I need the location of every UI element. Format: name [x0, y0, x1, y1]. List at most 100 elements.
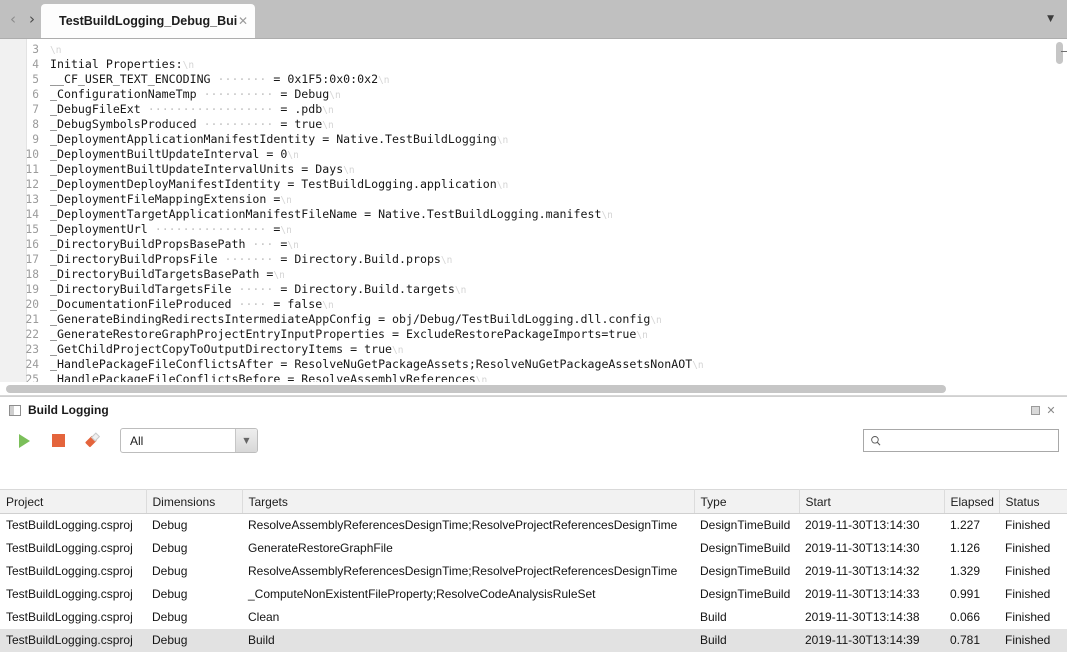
cell-dimensions: Debug	[152, 518, 188, 533]
code-line: 19 _DirectoryBuildTargetsFile ····· = Dir…	[0, 282, 1030, 297]
newline-marker: \n	[454, 285, 467, 296]
line-number: 13	[25, 193, 39, 206]
stop-recording-button[interactable]	[45, 428, 71, 454]
play-icon	[18, 433, 30, 448]
line-number: 12	[25, 178, 39, 191]
forward-arrow-icon[interactable]: ›	[29, 11, 35, 27]
cell-elapsed: 0.781	[944, 628, 999, 652]
property-name: _GetChildProjectCopyToOutputDirectoryIte…	[50, 342, 344, 356]
cell-status: Finished	[1005, 587, 1051, 601]
clear-button[interactable]	[79, 428, 105, 454]
property-name: _DeploymentFileMappingExtension	[50, 192, 267, 206]
property-name: _DirectoryBuildPropsBasePath	[50, 237, 246, 251]
editor-vertical-scrollbar[interactable]	[1052, 39, 1067, 396]
code-line: 4 Initial Properties:\n	[0, 57, 1030, 72]
newline-marker: \n	[322, 300, 334, 311]
property-value: = false	[273, 297, 323, 311]
search-icon	[871, 435, 881, 446]
newline-marker: \n	[280, 195, 292, 206]
close-panel-button[interactable]: ✕	[1043, 402, 1059, 418]
maximize-button[interactable]	[1027, 402, 1043, 418]
cell-type: Build	[700, 610, 727, 624]
cell-start: 2019-11-30T13:14:30	[805, 518, 920, 533]
code-line: 15 _DeploymentUrl ················ =\n	[0, 222, 1030, 237]
cell-targets: Clean	[248, 610, 280, 624]
line-number: 8	[32, 118, 39, 131]
filter-dropdown[interactable]: All ▼	[120, 428, 258, 453]
line-number: 23	[25, 343, 39, 356]
scrollbar-thumb[interactable]	[1056, 42, 1063, 64]
newline-marker: \n	[50, 45, 62, 56]
newline-marker: \n	[280, 225, 292, 236]
property-name: _DocumentationFileProduced	[50, 297, 232, 311]
property-value: = true	[280, 117, 323, 131]
tab-bar: ‹ › TestBuildLogging_Debug_Build ✕ ▼	[0, 0, 1067, 39]
table-row[interactable]: TestBuildLogging.csproj Debug ResolveAssem…	[0, 560, 1067, 583]
column-header-start[interactable]: Start	[799, 489, 945, 514]
whitespace-dots: ··········	[196, 87, 281, 101]
cell-dimensions: Debug	[146, 628, 242, 652]
cell-type: DesignTimeBuild	[700, 541, 791, 555]
cell-dimensions: Debug	[152, 610, 188, 624]
code-line: 7 _DebugFileExt ·················· = .pdb…	[0, 102, 1030, 117]
start-recording-button[interactable]	[11, 428, 37, 454]
code-line: 21 _GenerateBindingRedirectsIntermediateA…	[0, 312, 1030, 327]
editor-tab-label: TestBuildLogging_Debug_Build	[59, 14, 237, 28]
code-line: 12 _DeploymentDeployManifestIdentity = Te…	[0, 177, 1030, 192]
table-row[interactable]: TestBuildLogging.csproj Debug GenerateRest…	[0, 537, 1067, 560]
column-header-targets[interactable]: Targets	[242, 489, 695, 514]
cell-start: 2019-11-30T13:14:32	[805, 564, 920, 578]
column-header-elapsed[interactable]: Elapsed	[944, 489, 1000, 514]
search-input[interactable]	[887, 433, 1052, 448]
code-editor[interactable]: 3 \n 4 Initial Properties:\n 5 __CF_USER_TEXT…	[0, 39, 1067, 396]
cell-elapsed: 1.126	[950, 541, 981, 555]
build-log-table-container[interactable]: Project Dimensions Targets Type Start El…	[0, 489, 1067, 656]
newline-marker: \n	[182, 60, 195, 71]
table-row[interactable]: TestBuildLogging.csproj Debug Build Build 20…	[0, 628, 1067, 652]
column-header-status[interactable]: Status	[999, 489, 1067, 514]
table-row[interactable]: TestBuildLogging.csproj Debug ResolveAssem…	[0, 514, 1067, 537]
column-header-type[interactable]: Type	[694, 489, 800, 514]
code-line: 18 _DirectoryBuildTargetsBasePath =\n	[0, 267, 1030, 282]
property-value: = Native.TestBuildLogging	[322, 132, 497, 146]
line-number: 3	[32, 43, 39, 56]
close-icon[interactable]: ✕	[238, 15, 248, 27]
code-line: 14 _DeploymentTargetApplicationManifestFi…	[0, 207, 1030, 222]
whitespace-dots: ·······	[210, 72, 274, 86]
chevron-down-icon[interactable]: ▼	[1039, 0, 1067, 38]
editor-tab[interactable]: TestBuildLogging_Debug_Build ✕	[41, 4, 256, 38]
search-box[interactable]	[863, 429, 1059, 452]
table-row[interactable]: TestBuildLogging.csproj Debug Clean Build 20…	[0, 606, 1067, 629]
cell-dimensions: Debug	[152, 587, 188, 601]
code-line: 24 _HandlePackageFileConflictsAfter = Res…	[0, 357, 1030, 372]
newline-marker: \n	[636, 330, 648, 341]
cell-targets: ResolveAssemblyReferencesDesignTime;Reso…	[248, 564, 678, 578]
cell-elapsed: 1.329	[950, 564, 981, 578]
line-number: 15	[25, 223, 39, 236]
table-row[interactable]: TestBuildLogging.csproj Debug _ComputeNonE…	[0, 583, 1067, 606]
newline-marker: \n	[329, 90, 341, 101]
newline-marker: \n	[650, 315, 662, 326]
property-value: = Directory.Build.props	[280, 252, 441, 266]
maximize-icon	[1030, 405, 1040, 415]
column-header-dimensions[interactable]: Dimensions	[146, 489, 243, 514]
cell-type: DesignTimeBuild	[700, 518, 791, 533]
newline-marker: \n	[496, 180, 509, 191]
cell-type: Build	[694, 628, 799, 652]
line-number: 22	[25, 328, 39, 341]
line-number: 16	[25, 238, 39, 251]
panel-title: Build Logging	[28, 403, 109, 417]
property-value: = ExcludeRestorePackageImports=true	[392, 327, 637, 341]
scrollbar-thumb[interactable]	[6, 385, 946, 393]
chevron-down-icon[interactable]: ▼	[235, 429, 257, 452]
property-name: _DeploymentBuiltUpdateInterval	[50, 147, 260, 161]
code-content[interactable]: 3 \n 4 Initial Properties:\n 5 __CF_USER_TEXT…	[0, 39, 1030, 396]
property-name: _DeploymentApplicationManifestIdentity	[50, 132, 316, 146]
build-log-table: Project Dimensions Targets Type Start El…	[0, 489, 1067, 652]
line-number: 10	[25, 148, 39, 161]
code-line: 17 _DirectoryBuildPropsFile ······· = Dir…	[0, 252, 1030, 267]
column-header-project[interactable]: Project	[0, 489, 147, 514]
cell-project: TestBuildLogging.csproj	[6, 541, 133, 555]
back-arrow-icon[interactable]: ‹	[10, 11, 16, 27]
editor-horizontal-scrollbar[interactable]	[0, 382, 1067, 396]
